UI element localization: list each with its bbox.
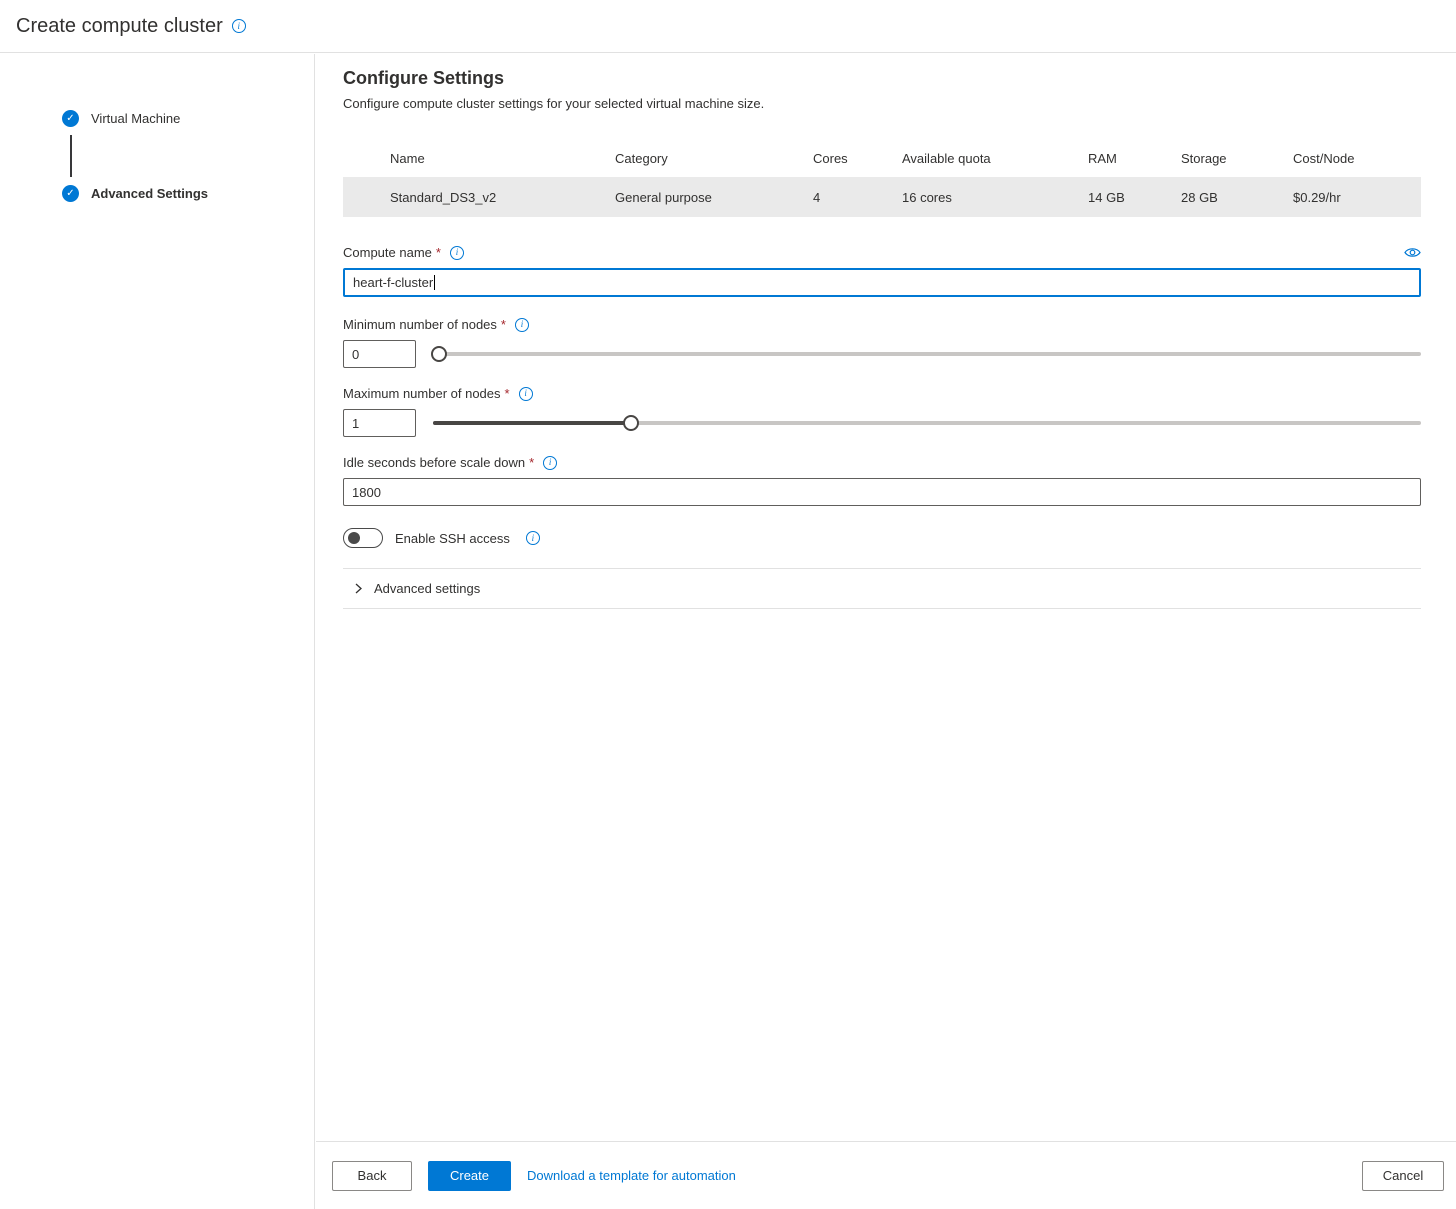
cell-available-quota: 16 cores	[902, 190, 1088, 205]
info-icon[interactable]: i	[232, 19, 246, 33]
table-row[interactable]: Standard_DS3_v2 General purpose 4 16 cor…	[343, 177, 1421, 217]
ssh-access-row: Enable SSH access i	[343, 526, 1421, 550]
advanced-settings-label: Advanced settings	[374, 581, 480, 596]
text-cursor	[434, 275, 435, 290]
max-nodes-slider[interactable]	[433, 421, 1421, 425]
required-mark: *	[529, 455, 534, 470]
section-title: Configure Settings	[343, 68, 1421, 89]
cell-cores: 4	[813, 190, 902, 205]
footer-bar: Back Create Download a template for auto…	[316, 1141, 1456, 1209]
column-header-category: Category	[615, 151, 813, 166]
compute-name-input[interactable]: heart-f-cluster	[343, 268, 1421, 297]
min-nodes-label: Minimum number of nodes * i	[343, 317, 1421, 332]
toggle-knob	[348, 532, 360, 544]
slider-handle[interactable]	[623, 415, 639, 431]
cell-name: Standard_DS3_v2	[390, 190, 615, 205]
check-circle-icon: ✓	[62, 185, 79, 202]
required-mark: *	[436, 245, 441, 260]
column-header-available-quota: Available quota	[902, 151, 1088, 166]
advanced-settings-expander[interactable]: Advanced settings	[343, 569, 1421, 608]
column-header-name: Name	[390, 151, 615, 166]
eye-icon[interactable]	[1404, 246, 1421, 262]
page-header: Create compute cluster i	[0, 0, 1456, 53]
min-nodes-input[interactable]	[343, 340, 416, 368]
create-button[interactable]: Create	[428, 1161, 511, 1191]
column-header-cost-node: Cost/Node	[1293, 151, 1421, 166]
max-nodes-input[interactable]	[343, 409, 416, 437]
wizard-sidebar: ✓ Virtual Machine ✓ Advanced Settings	[0, 54, 315, 1209]
cell-storage: 28 GB	[1181, 190, 1293, 205]
step-label: Virtual Machine	[91, 111, 180, 126]
step-label: Advanced Settings	[91, 186, 208, 201]
cancel-button[interactable]: Cancel	[1362, 1161, 1444, 1191]
required-mark: *	[505, 386, 510, 401]
max-nodes-group: Maximum number of nodes * i	[343, 386, 1421, 437]
info-icon[interactable]: i	[526, 531, 540, 545]
back-button[interactable]: Back	[332, 1161, 412, 1191]
table-header-row: Name Category Cores Available quota RAM …	[343, 139, 1421, 177]
download-template-link[interactable]: Download a template for automation	[527, 1168, 736, 1183]
info-icon[interactable]: i	[519, 387, 533, 401]
cell-cost-node: $0.29/hr	[1293, 190, 1421, 205]
idle-seconds-input[interactable]	[343, 478, 1421, 506]
info-icon[interactable]: i	[543, 456, 557, 470]
slider-fill	[433, 421, 631, 425]
idle-seconds-label: Idle seconds before scale down * i	[343, 455, 1421, 470]
idle-seconds-group: Idle seconds before scale down * i	[343, 455, 1421, 506]
column-header-ram: RAM	[1088, 151, 1181, 166]
column-header-storage: Storage	[1181, 151, 1293, 166]
info-icon[interactable]: i	[450, 246, 464, 260]
cell-ram: 14 GB	[1088, 190, 1181, 205]
slider-handle[interactable]	[431, 346, 447, 362]
page-title: Create compute cluster	[16, 15, 223, 38]
compute-name-group: Compute name * i heart-f-cluster	[343, 245, 1421, 297]
info-icon[interactable]: i	[515, 318, 529, 332]
compute-name-label: Compute name * i	[343, 245, 1421, 260]
min-nodes-group: Minimum number of nodes * i	[343, 317, 1421, 368]
chevron-right-icon	[352, 582, 364, 595]
min-nodes-slider[interactable]	[433, 352, 1421, 356]
ssh-toggle-label: Enable SSH access	[395, 531, 510, 546]
cell-category: General purpose	[615, 190, 813, 205]
wizard-step-virtual-machine[interactable]: ✓ Virtual Machine	[62, 110, 314, 127]
column-header-cores: Cores	[813, 151, 902, 166]
divider	[343, 608, 1421, 609]
required-mark: *	[501, 317, 506, 332]
main-content: Configure Settings Configure compute clu…	[316, 54, 1456, 1141]
vm-size-table: Name Category Cores Available quota RAM …	[343, 139, 1421, 217]
step-connector-line	[70, 135, 72, 177]
section-subtitle: Configure compute cluster settings for y…	[343, 96, 1421, 111]
ssh-toggle[interactable]	[343, 528, 383, 548]
wizard-step-advanced-settings[interactable]: ✓ Advanced Settings	[62, 185, 314, 202]
max-nodes-label: Maximum number of nodes * i	[343, 386, 1421, 401]
check-circle-icon: ✓	[62, 110, 79, 127]
